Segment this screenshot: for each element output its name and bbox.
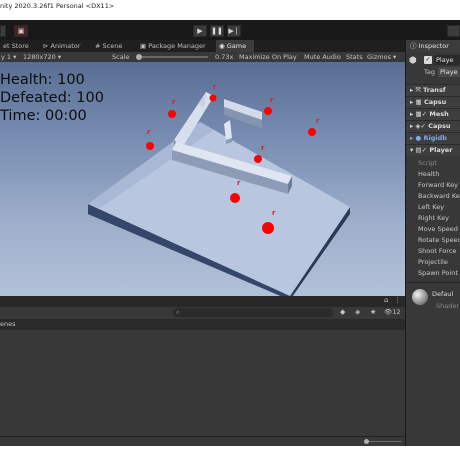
display-dropdown[interactable]: y 1 ▾: [1, 52, 16, 62]
enemy-label: r: [213, 83, 217, 91]
filter-type-icon[interactable]: ◆: [340, 308, 345, 316]
component-rigidbody[interactable]: ▸ ● Rigidb: [406, 132, 460, 144]
search-icon: ⌕: [176, 309, 180, 316]
tab-scene[interactable]: # Scene: [92, 40, 125, 52]
menu-icon[interactable]: ⋮: [394, 296, 401, 304]
stats-toggle[interactable]: Stats: [346, 52, 363, 62]
enemy-6: [254, 155, 262, 163]
component-mesh-renderer[interactable]: ▸ ▦✓ Mesh: [406, 108, 460, 120]
step-icon[interactable]: ▶❘: [227, 25, 241, 37]
viewport-status-bar: ⌂ ⋮: [0, 296, 405, 307]
field-move-speed: Move Speed: [418, 225, 458, 233]
scale-label: Scale: [112, 53, 130, 61]
field-backward-key: Backward Key: [418, 192, 460, 200]
visibility-count[interactable]: 👁12: [384, 308, 401, 316]
enemy-label: r: [270, 96, 274, 104]
gameobject-icon: ⬢: [409, 56, 417, 66]
field-projectile: Projectile: [418, 258, 448, 266]
project-panel-header: enes: [0, 319, 405, 330]
component-capsule-filter[interactable]: ▸ ▦ Capsu: [406, 96, 460, 108]
window-footer: [0, 446, 460, 460]
defeated-readout: Defeated: 100: [0, 90, 104, 106]
shader-label: Shader: [436, 302, 460, 310]
filter-label-icon[interactable]: ◈: [355, 308, 360, 316]
enemy-label: r: [272, 209, 276, 217]
tab-inspector[interactable]: ⓘ Inspector: [406, 40, 460, 52]
tab-animator[interactable]: ⊳ Animator: [40, 40, 83, 52]
tab-asset-store[interactable]: et Store: [0, 40, 32, 52]
lock-icon[interactable]: ⌂: [384, 296, 388, 304]
window-title: nity 2020.3.26f1 Personal <DX11>: [0, 0, 460, 12]
scale-value: 0.73x: [215, 53, 234, 61]
field-shoot-force: Shoot Force: [418, 247, 457, 255]
component-player-script[interactable]: ▾ ▤✓ Player: [406, 144, 460, 156]
component-capsule-collider[interactable]: ▸ ◈✓ Capsu: [406, 120, 460, 132]
enemy-7: [230, 193, 240, 203]
time-readout: Time: 00:00: [0, 108, 87, 124]
enemy-4: [308, 128, 316, 136]
field-forward-key: Forward Key: [418, 181, 458, 189]
game-viewport[interactable]: r r r r r r r r Health: 100 Defeated: 10…: [0, 62, 405, 296]
enemy-2: [209, 94, 217, 102]
icon-size-handle[interactable]: [364, 439, 369, 444]
enemy-label: r: [237, 179, 241, 187]
scenes-folder-label[interactable]: enes: [0, 320, 16, 328]
object-name-field[interactable]: Playe: [434, 55, 460, 65]
project-panel-body: [0, 330, 405, 436]
tag-dropdown[interactable]: Playe: [438, 67, 460, 77]
tab-game[interactable]: ◉ Game: [216, 40, 254, 52]
scale-slider-handle[interactable]: [136, 54, 142, 60]
enemy-label: r: [316, 117, 320, 125]
tag-label: Tag: [424, 68, 436, 76]
field-right-key: Right Key: [418, 214, 449, 222]
component-transform[interactable]: ▸ ⤧ Transf: [406, 84, 460, 96]
scale-slider[interactable]: [136, 54, 208, 60]
enemy-5: [146, 142, 154, 150]
project-toolbar: ⌕ ◆ ◈ ★ 👁12: [0, 307, 405, 319]
game-view-toolbar: y 1 ▾ 1280x720 ▾ Scale 0.73x Maximize On…: [0, 52, 405, 62]
material-preview-icon: [412, 289, 428, 305]
tab-package-manager[interactable]: ▣ Package Manager: [137, 40, 209, 52]
play-icon[interactable]: ▶: [193, 25, 207, 37]
editor-tab-bar: et Store ⊳ Animator # Scene ▣ Package Ma…: [0, 40, 405, 52]
gizmos-dropdown[interactable]: Gizmos ▾: [367, 52, 396, 62]
material-name: Defaul: [432, 290, 454, 298]
collab-icon[interactable]: ▣: [14, 25, 28, 37]
active-checkbox[interactable]: ✓: [424, 56, 432, 64]
maximize-on-play-toggle[interactable]: Maximize On Play: [239, 52, 297, 62]
field-health: Health: [418, 170, 440, 178]
layers-icon[interactable]: [447, 25, 460, 37]
enemy-label: r: [172, 98, 176, 106]
project-bottom-bar: [0, 436, 405, 446]
toolbar-left-button[interactable]: [0, 25, 6, 37]
enemy-label: r: [147, 128, 151, 136]
enemy-3: [264, 107, 272, 115]
window-title-text: nity 2020.3.26f1 Personal <DX11>: [0, 2, 115, 10]
health-readout: Health: 100: [0, 72, 85, 88]
icon-size-slider[interactable]: [364, 439, 402, 444]
enemy-1: [168, 110, 176, 118]
pause-icon[interactable]: ❚❚: [210, 25, 224, 37]
field-script: Script: [418, 159, 437, 167]
divider: [406, 282, 460, 283]
resolution-dropdown[interactable]: 1280x720 ▾: [23, 52, 61, 62]
main-toolbar: ▣ ▶ ❚❚ ▶❘: [0, 20, 460, 40]
enemy-8: [262, 222, 274, 234]
mute-audio-toggle[interactable]: Mute Audio: [304, 52, 341, 62]
field-left-key: Left Key: [418, 203, 445, 211]
project-search-input[interactable]: ⌕: [173, 308, 333, 317]
field-rotate-speed: Rotate Speed: [418, 236, 460, 244]
inspector-panel: ⓘ Inspector ⬢ ✓ Playe Tag Playe ▸ ⤧ Tran…: [405, 40, 460, 446]
enemy-label: r: [261, 144, 265, 152]
favorite-icon[interactable]: ★: [370, 308, 376, 316]
field-spawn-point: Spawn Point: [418, 269, 458, 277]
